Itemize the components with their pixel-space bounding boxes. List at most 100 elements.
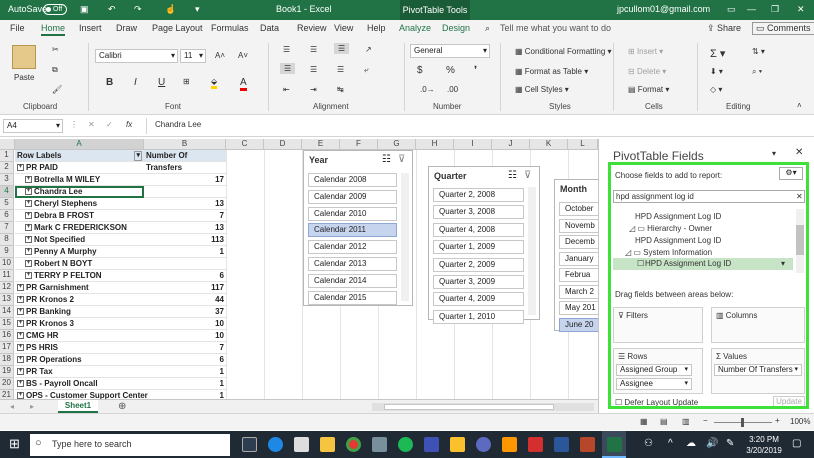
table-row-value[interactable]: 10 [144,330,226,342]
tell-me-input[interactable]: Tell me what you want to do [500,23,611,33]
zoom-in-icon[interactable]: + [775,416,780,425]
table-row-label[interactable]: + Chandra Lee [15,186,144,198]
clear-icon[interactable]: ◇ ▾ [710,85,722,94]
table-row-value[interactable]: 44 [144,294,226,306]
filters-area[interactable]: ⊽ Filters [613,307,703,343]
restore-icon[interactable]: ❐ [771,4,779,15]
app-icon[interactable] [450,437,465,452]
redo-icon[interactable]: ↷ [134,4,142,15]
slicer-item[interactable]: Quarter 3, 2008 [433,205,524,220]
increase-indent-icon[interactable]: ⇥ [310,85,317,94]
slicer-item[interactable]: Calendar 2008 [308,173,397,187]
table-row-label[interactable]: + BS - Payroll Oncall [15,378,144,390]
normal-view-icon[interactable]: ▦ [640,417,648,426]
table-row-label[interactable]: + TERRY P FELTON [15,270,144,282]
slicer-year-scrollbar[interactable] [401,173,409,301]
slicer-item[interactable]: May 201 [559,301,598,315]
decrease-decimal-icon[interactable]: .00 [447,85,458,94]
field-dropdown-icon[interactable]: ▾ [781,259,785,268]
tab-draw[interactable]: Draw [116,23,137,33]
row-header[interactable]: 6 [0,210,14,222]
increase-decimal-icon[interactable]: .0→ [420,85,435,94]
multi-select-icon[interactable]: ☷ [382,154,391,165]
percent-button[interactable]: % [446,65,455,76]
tab-file[interactable]: File [10,23,25,33]
table-row-value[interactable]: 1 [144,246,226,258]
table-row-label[interactable]: + PR Operations [15,354,144,366]
slicer-month[interactable]: Month October Novemb Decemb January Februa Ma… [554,179,598,332]
slicer-quarter[interactable]: Quarter ☷ ⊽ Quarter 2, 2008 Quarter 3, 20… [428,166,540,324]
table-row-value[interactable]: Number Of Transfers [144,150,226,172]
column-header-i[interactable]: I [454,139,492,150]
cut-icon[interactable]: ✂ [52,45,59,54]
field-item-highlighted[interactable]: HPD Assignment Log ID ▾ ☐ [613,258,793,270]
horizontal-scroll-thumb[interactable] [384,404,554,410]
expand-icon[interactable]: + [17,284,24,292]
table-row-value[interactable]: 1 [144,378,226,390]
tab-page-layout[interactable]: Page Layout [152,23,203,33]
table-row-value[interactable]: 7 [144,210,226,222]
table-row-label[interactable]: + Penny A Murphy [15,246,144,258]
slicer-item[interactable]: Quarter 2, 2008 [433,188,524,202]
powerpoint-icon[interactable] [580,437,595,452]
expand-icon[interactable]: + [17,368,24,376]
clock-time[interactable]: 3:20 PM [746,435,782,444]
table-row-value[interactable]: 17 [144,174,226,186]
row-header[interactable]: 9 [0,246,14,258]
column-header-e[interactable]: E [302,139,340,150]
horizontal-scrollbar[interactable] [372,403,594,411]
table-row-label[interactable]: + Not Specified [15,234,144,246]
multi-select-icon[interactable]: ☷ [508,170,517,181]
paste-button[interactable]: Paste [14,73,34,82]
tab-design[interactable]: Design [442,23,470,33]
network-icon[interactable]: ☁ [686,438,696,449]
field-folder-hierarchy-owner[interactable]: ◿ ▭ Hierarchy - Owner [629,224,712,233]
defer-layout-checkbox[interactable]: ☐ Defer Layout Update [615,398,698,407]
ribbon-display-options-icon[interactable]: ▭ [727,4,736,15]
column-header-l[interactable]: L [568,139,598,150]
table-row-label[interactable]: + PR Kronos 2 [15,294,144,306]
share-button[interactable]: ⇪ Share [707,23,741,34]
update-button[interactable]: Update [773,396,805,408]
task-view-icon[interactable] [242,437,257,452]
align-center-icon[interactable]: ☰ [310,65,317,74]
copy-icon[interactable]: ⧉ [52,65,58,75]
cell-styles-button[interactable]: ▦ Cell Styles ▾ [515,85,569,94]
decrease-font-icon[interactable]: A˅ [238,51,248,60]
font-size-select[interactable]: 11 ▾ [180,49,206,63]
slicer-item[interactable]: Quarter 3, 2009 [433,275,524,289]
currency-button[interactable]: $ [417,65,423,76]
expand-icon[interactable]: + [25,200,32,208]
font-name-select[interactable]: Calibri ▾ [95,49,178,63]
columns-area[interactable]: ▥ Columns [711,307,805,343]
row-header[interactable]: 8 [0,234,14,246]
collapse-ribbon-icon[interactable]: ˄ [797,101,802,110]
middle-align-icon[interactable]: ☰ [310,45,317,54]
expand-icon[interactable]: + [25,176,32,184]
show-hidden-icons[interactable]: ^ [668,438,673,449]
column-header-f[interactable]: F [340,139,378,150]
table-row-label[interactable]: + PR PAID [15,162,144,174]
table-row-label[interactable]: + PR Banking [15,306,144,318]
slicer-item[interactable]: Calendar 2011 [308,223,397,238]
slicer-item[interactable]: Novemb [559,218,598,233]
align-left-icon[interactable]: ☰ [280,63,296,74]
bottom-align-icon[interactable]: ☰ [334,43,350,54]
values-area[interactable]: Σ Values Number Of Transfers [711,348,805,394]
table-row-value[interactable] [144,258,226,270]
table-row-label[interactable]: + Mark C FREDERICKSON [15,222,144,234]
align-right-icon[interactable]: ☰ [337,65,344,74]
zoom-level[interactable]: 100% [790,417,810,426]
slicer-item[interactable]: Decemb [559,235,598,249]
taskbar-search-box[interactable]: ○ Type here to search [30,434,230,456]
orientation-icon[interactable]: ↗ [365,45,372,54]
comma-style-icon[interactable]: ❜ [474,65,477,76]
expand-icon[interactable]: + [25,236,32,244]
slicer-item[interactable]: Quarter 1, 2009 [433,240,524,255]
slicer-item[interactable]: Quarter 4, 2008 [433,222,524,237]
slicer-item[interactable]: Calendar 2013 [308,257,397,271]
clear-search-icon[interactable]: ✕ [796,192,803,201]
expand-icon[interactable]: + [25,272,32,280]
table-row-label[interactable]: + PR Tax [15,366,144,378]
customize-toolbar-icon[interactable]: ▾ [195,4,200,15]
